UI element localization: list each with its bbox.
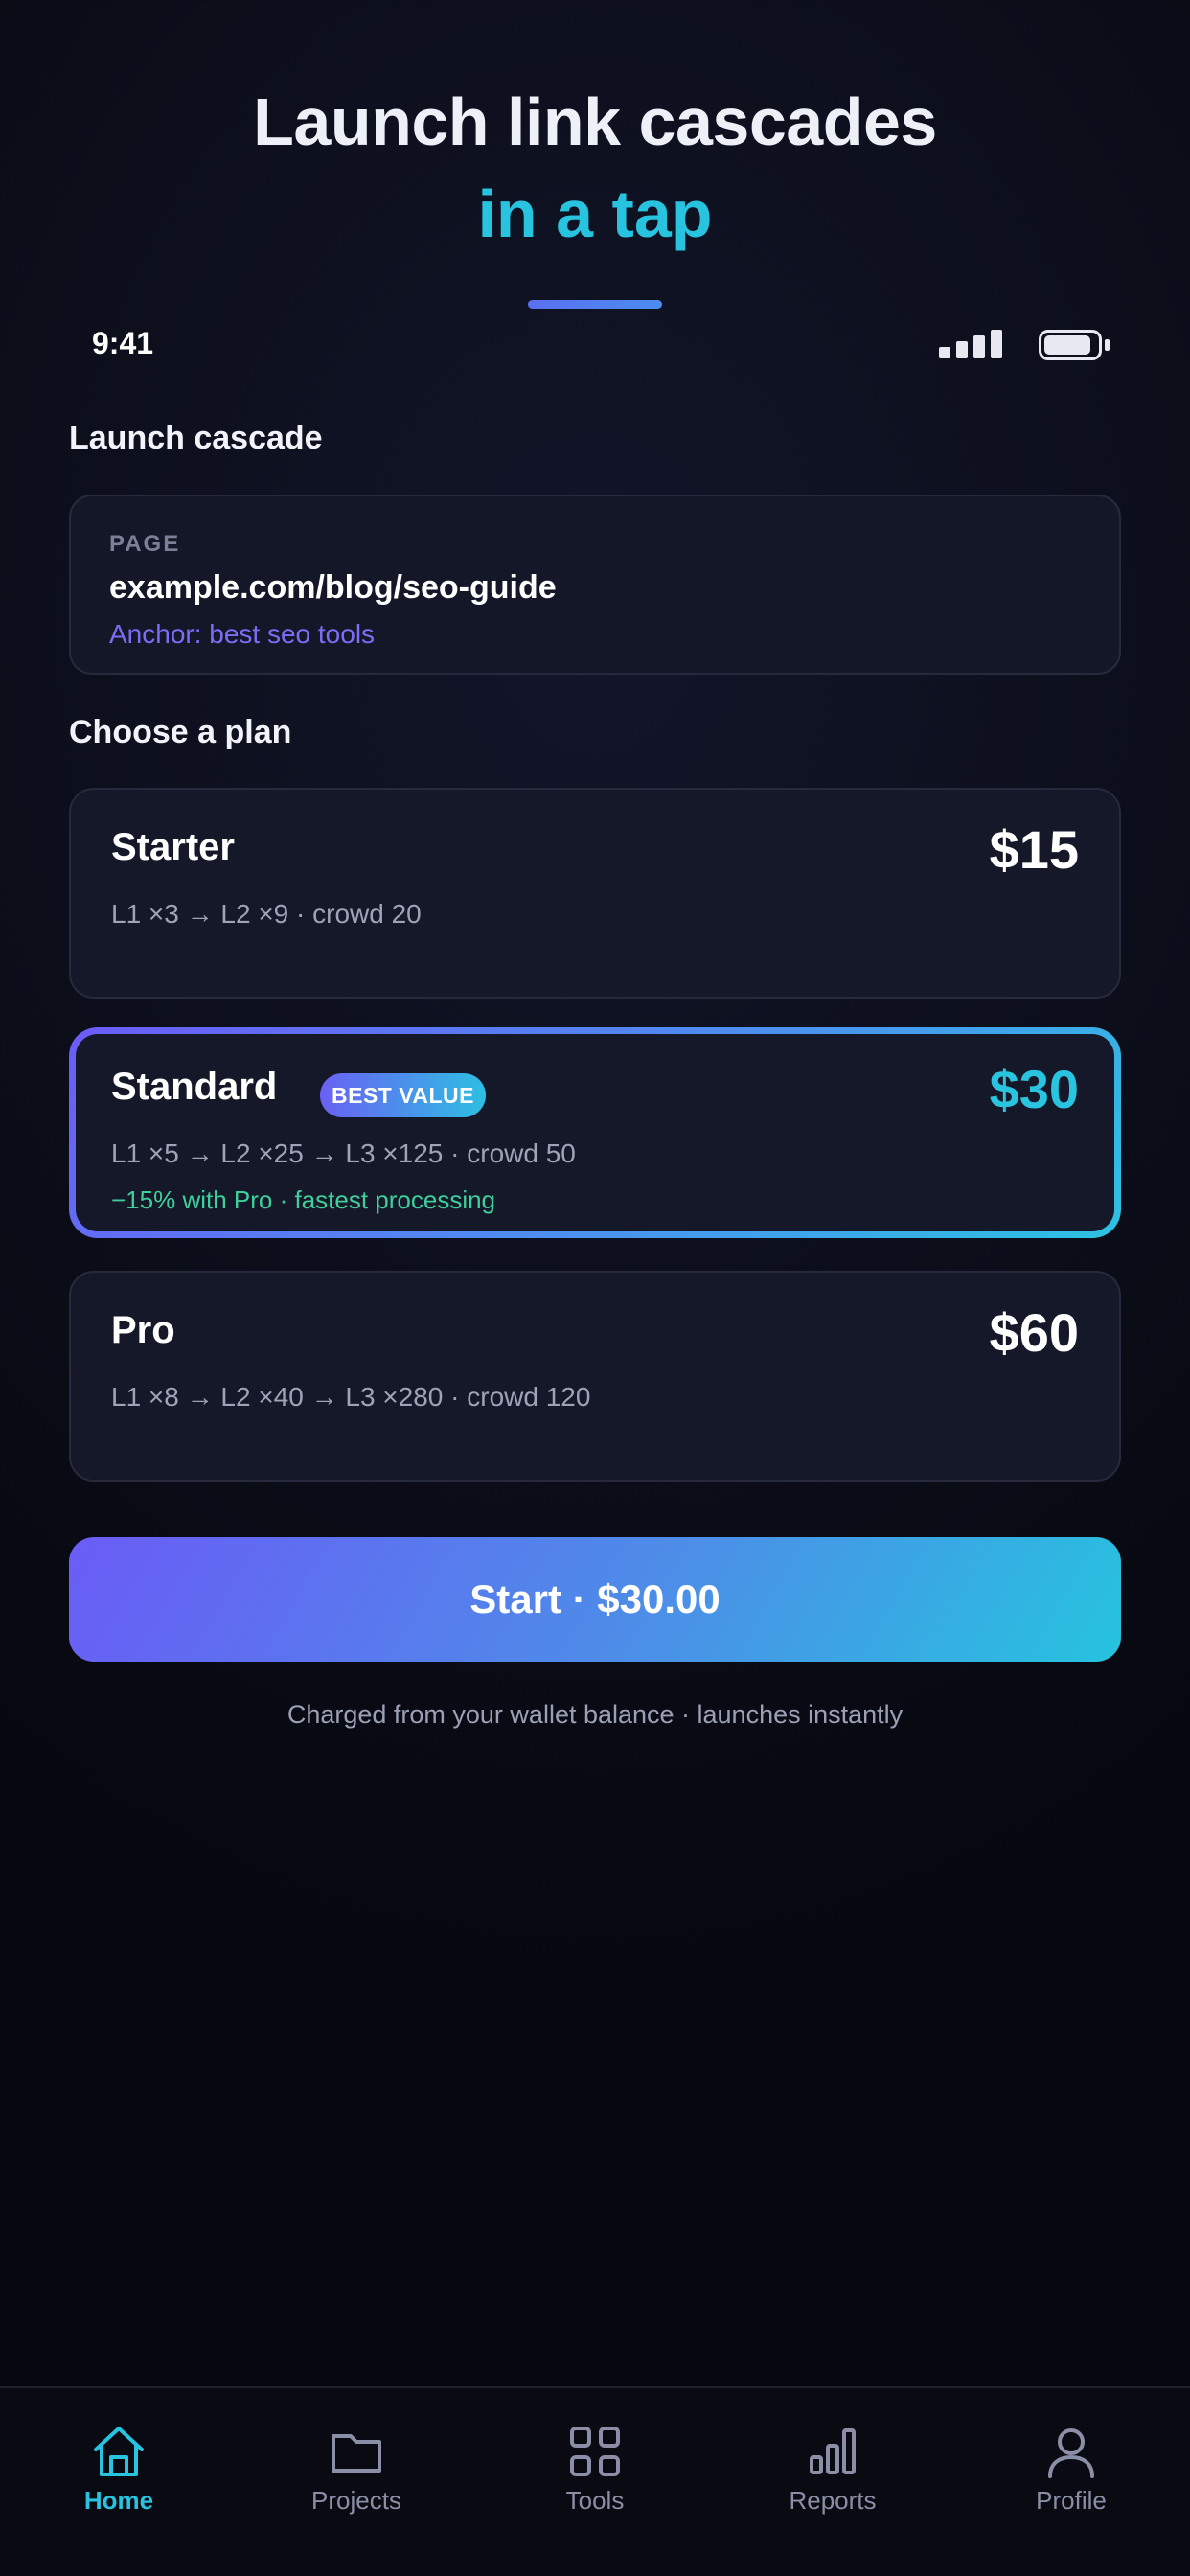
plan-price: $30 [989, 1059, 1079, 1119]
plan-card-standard[interactable]: Standard BEST VALUE $30 L1 ×5 → L2 ×25 →… [69, 1027, 1121, 1238]
tab-home[interactable]: Home [0, 2388, 238, 2576]
best-value-badge: BEST VALUE [320, 1073, 486, 1117]
tab-label: Home [83, 2486, 154, 2515]
tab-reports[interactable]: Reports [714, 2388, 951, 2576]
plan-description: L1 ×3 → L2 ×9 · crowd 20 [111, 899, 422, 929]
page-url: example.com/blog/seo-guide [109, 569, 557, 606]
plan-name: Starter [111, 826, 235, 868]
plan-name: Pro [111, 1309, 175, 1351]
signal-icon [939, 330, 1002, 358]
plan-description: L1 ×8 → L2 ×40 → L3 ×280 · crowd 120 [111, 1382, 591, 1412]
tab-label: Tools [565, 2486, 625, 2515]
plan-card-pro[interactable]: Pro $60 L1 ×8 → L2 ×40 → L3 ×280 · crowd… [69, 1271, 1121, 1482]
home-icon [94, 2426, 144, 2476]
tab-profile[interactable]: Profile [952, 2388, 1190, 2576]
start-button[interactable]: Start · $30.00 [69, 1537, 1121, 1662]
tab-bar: Home Projects Tools Reports Profile [0, 2386, 1190, 2576]
plan-card-starter[interactable]: Starter $15 L1 ×3 → L2 ×9 · crowd 20 [69, 788, 1121, 999]
launch-section-title: Launch cascade [69, 420, 323, 456]
tab-label: Reports [789, 2486, 877, 2515]
hero-title: Launch link cascades [253, 84, 937, 159]
page-card[interactable]: PAGE example.com/blog/seo-guide Anchor: … [69, 494, 1121, 675]
hero-underline [528, 300, 662, 309]
tab-label: Projects [311, 2486, 401, 2515]
plans-section-title: Choose a plan [69, 714, 292, 750]
status-time: 9:41 [92, 326, 154, 360]
cta-note: Charged from your wallet balance · launc… [286, 1700, 904, 1729]
folder-icon [332, 2434, 381, 2472]
page-anchor: Anchor: best seo tools [109, 619, 376, 649]
tab-label: Profile [1036, 2486, 1107, 2515]
battery-icon [1039, 330, 1110, 360]
grid-icon [570, 2426, 620, 2476]
plan-price: $60 [989, 1302, 1079, 1363]
tab-tools[interactable]: Tools [476, 2388, 714, 2576]
page-label: PAGE [109, 531, 181, 557]
hero-subtitle: in a tap [477, 176, 713, 251]
user-icon [1048, 2428, 1094, 2478]
plan-description: L1 ×5 → L2 ×25 → L3 ×125 · crowd 50 [111, 1138, 576, 1168]
tab-projects[interactable]: Projects [238, 2388, 475, 2576]
plan-price: $15 [989, 819, 1079, 880]
plan-note: −15% with Pro · fastest processing [111, 1185, 496, 1214]
bar-chart-icon [810, 2428, 856, 2474]
plan-name: Standard [111, 1066, 278, 1108]
